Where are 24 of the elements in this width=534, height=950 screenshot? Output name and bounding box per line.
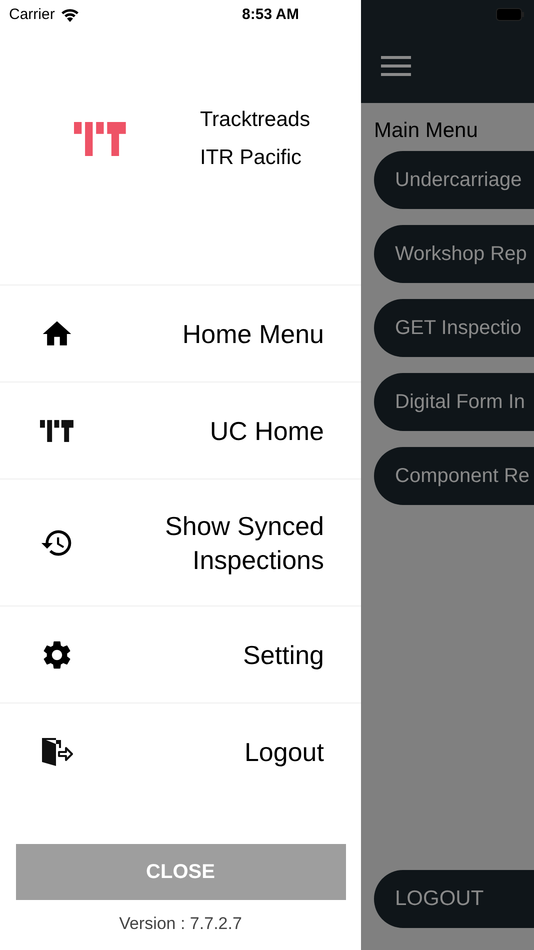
branch-name: ITR Pacific xyxy=(200,146,303,170)
bars-logo-icon xyxy=(40,420,74,442)
version-label: Version : 7.7.2.7 xyxy=(119,914,242,934)
menu-button[interactable]: GET Inspectio xyxy=(374,299,534,357)
company-name: Tracktreads xyxy=(200,108,310,132)
menu-item-label: Show Synced Inspections xyxy=(164,510,324,576)
logout-button[interactable]: LOGOUT xyxy=(374,870,534,928)
menu-item-label: Logout xyxy=(243,736,324,768)
menu-button[interactable]: Component Re xyxy=(374,447,534,505)
menu-icon[interactable] xyxy=(381,56,411,76)
close-button[interactable]: CLOSE xyxy=(16,844,346,900)
door-exit-icon xyxy=(41,736,73,768)
menu-button[interactable]: Undercarriage xyxy=(374,151,534,209)
section-heading: Main Menu xyxy=(374,119,479,143)
status-time: 8:53 AM xyxy=(242,6,299,22)
company-logo xyxy=(74,122,126,156)
carrier-label: Carrier xyxy=(9,6,55,22)
battery-icon xyxy=(496,8,524,20)
menu-button[interactable]: Workshop Rep xyxy=(374,225,534,283)
menu-item-label: UC Home xyxy=(208,414,324,448)
menu-button[interactable]: Digital Form In xyxy=(374,373,534,431)
menu-item-label: Setting xyxy=(242,638,324,672)
wifi-icon xyxy=(60,6,80,22)
menu-item-label: Home Menu xyxy=(181,318,324,350)
